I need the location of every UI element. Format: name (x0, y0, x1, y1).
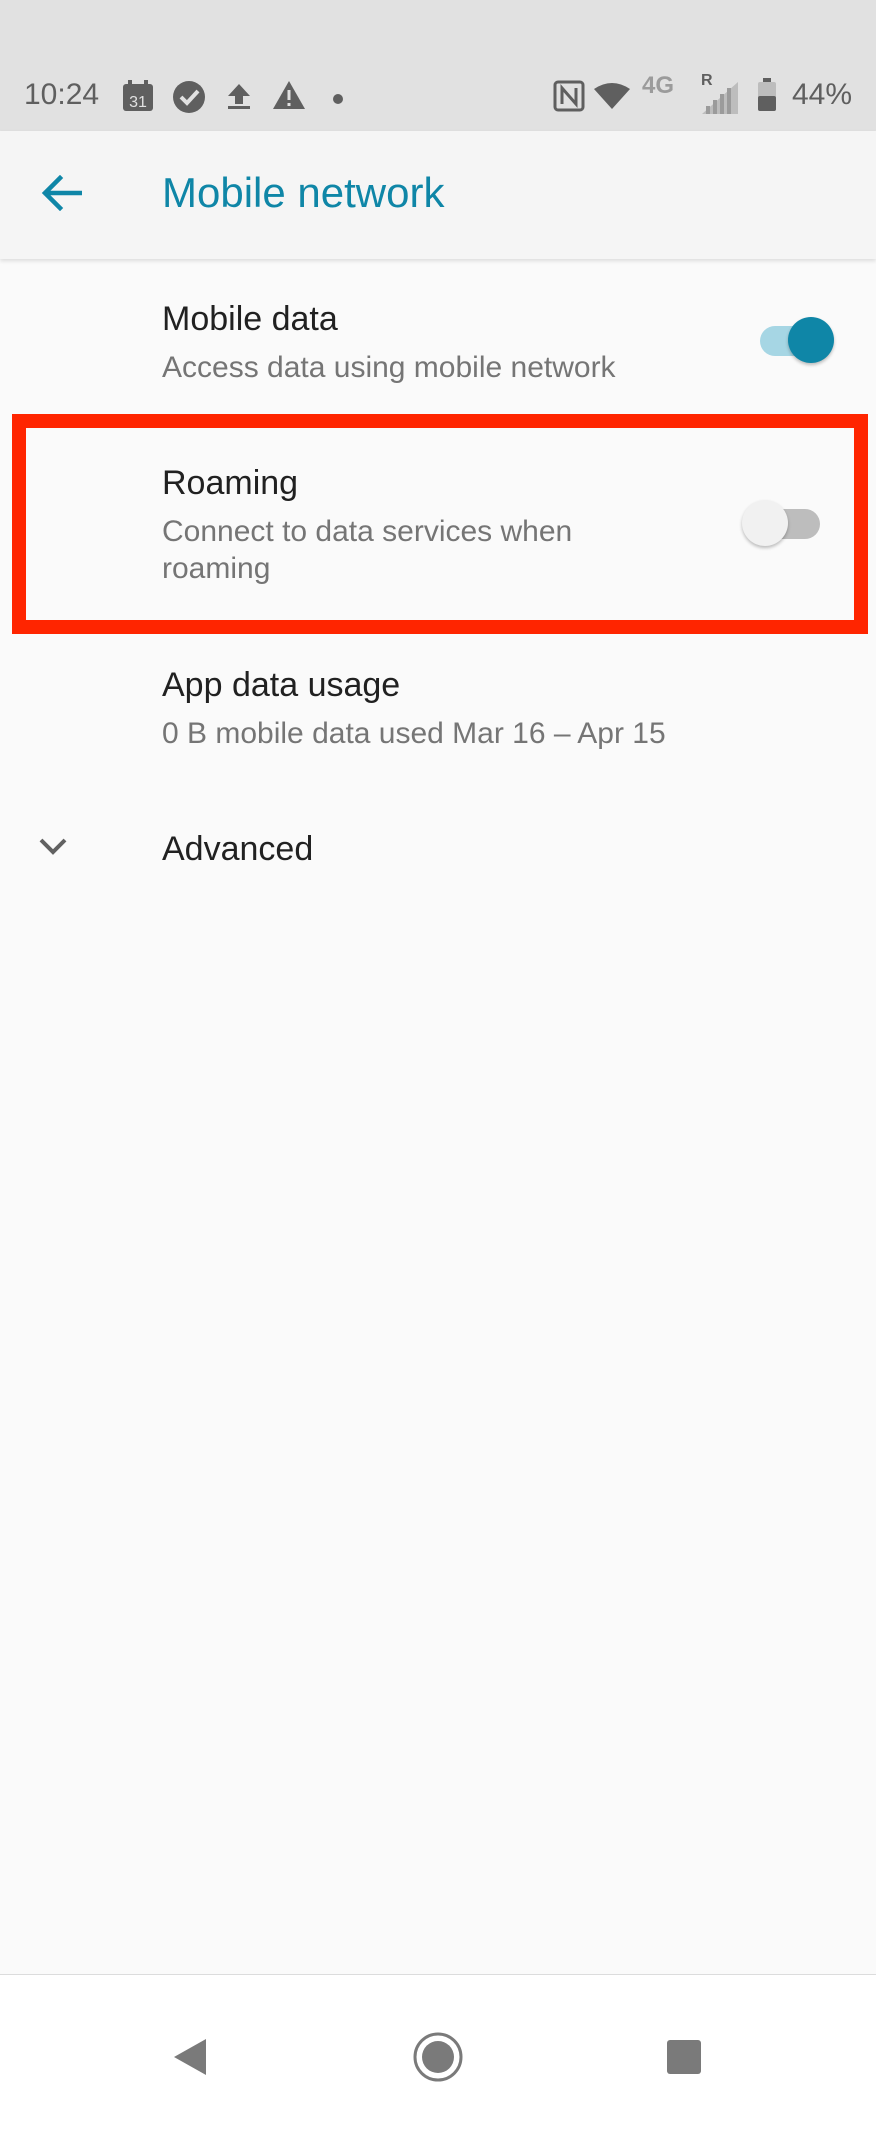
wifi-icon (593, 82, 631, 115)
battery-percent: 44% (791, 78, 852, 111)
page-title: Mobile network (162, 169, 445, 216)
warning-icon (272, 80, 306, 115)
mobile-data-summary: Access data using mobile network (162, 351, 616, 384)
chevron-down-icon (38, 836, 68, 861)
mobile-data-title: Mobile data (162, 300, 338, 338)
advanced-row[interactable]: Advanced (0, 796, 876, 906)
calendar-day: 31 (129, 94, 147, 111)
navigation-bar (0, 1974, 876, 2142)
dot-icon (333, 91, 343, 109)
home-circle-icon (412, 2031, 464, 2088)
app-bar: Mobile network (0, 131, 876, 259)
calendar-icon: 31 (122, 80, 154, 117)
highlight-box (12, 414, 868, 634)
recents-square-icon (666, 2039, 702, 2080)
mobile-data-toggle[interactable] (760, 315, 840, 365)
check-circle-icon (172, 80, 206, 119)
app-data-usage-row[interactable]: App data usage 0 B mobile data used Mar … (0, 640, 876, 780)
back-triangle-icon (172, 2037, 208, 2082)
network-type-label: 4G (642, 72, 675, 99)
mobile-data-row[interactable]: Mobile data Access data using mobile net… (0, 270, 876, 406)
app-data-usage-title: App data usage (162, 666, 401, 704)
arrow-left-icon (40, 174, 83, 216)
nav-back-button[interactable] (158, 2027, 222, 2091)
back-button[interactable] (30, 167, 92, 223)
advanced-title: Advanced (162, 830, 314, 868)
nav-home-button[interactable] (406, 2027, 470, 2091)
signal-icon (700, 80, 740, 121)
status-time: 10:24 (24, 78, 100, 111)
nfc-icon (553, 80, 585, 117)
upload-icon (226, 82, 252, 115)
app-data-usage-summary: 0 B mobile data used Mar 16 – Apr 15 (162, 717, 666, 750)
status-bar: 10:24 31 4G R 44% (0, 0, 876, 131)
nav-recents-button[interactable] (652, 2027, 716, 2091)
battery-icon (757, 78, 777, 117)
